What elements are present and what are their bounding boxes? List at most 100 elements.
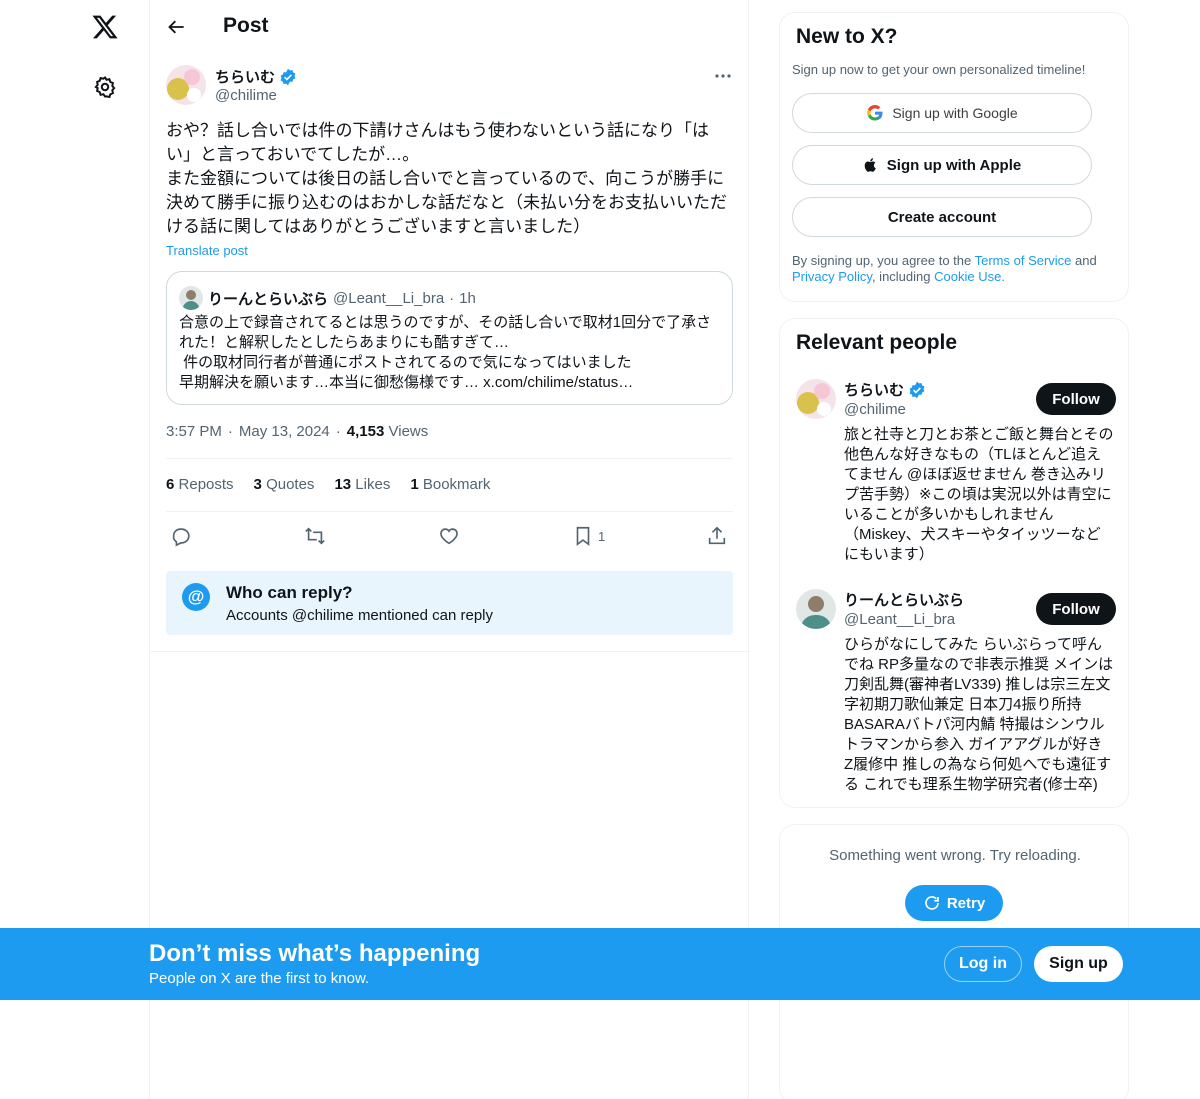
create-account-label: Create account [887,208,997,226]
apple-label: Sign up with Apple [886,156,1022,174]
reposts-label: Reposts [178,476,234,493]
translate-post-link[interactable]: Translate post [166,243,248,258]
bookmark-action[interactable]: 1 [572,522,605,550]
verified-badge-icon [908,381,926,399]
bookmarks-stat[interactable]: 1 Bookmark [410,476,490,493]
post-stats: 6 Reposts 3 Quotes 13 Likes 1 Bookmark [166,476,490,493]
bookmark-icon [576,526,590,546]
divider [166,511,733,512]
views-label: Views [388,423,429,440]
meta-dot: · [335,423,341,440]
avatar[interactable] [166,65,206,105]
page-title: Post [223,14,269,37]
relevant-people-card: Relevant people ちらいむ @chilime Follow 旅と社… [779,318,1129,808]
reposts-count: 6 [166,476,175,493]
person-name[interactable]: りーんとらいぶら [844,589,964,610]
quote-time: 1h [459,289,476,307]
apple-icon [864,158,876,172]
sign-up-button[interactable]: Sign up [1034,946,1123,982]
avatar [179,286,203,310]
quote-author-name: りーんとらいぶら [208,290,329,308]
post-actions: 1 [166,522,733,550]
person-name-text: ちらいむ [844,382,905,399]
error-message: Something went wrong. Try reloading. [829,847,1081,864]
bookmarks-count: 1 [410,476,419,493]
log-in-button[interactable]: Log in [944,946,1022,982]
quote-separator: · [449,289,455,307]
who-can-reply-box: @ Who can reply? Accounts @chilime menti… [166,571,733,635]
quote-header: りーんとらいぶら @Leant__Li_bra · 1h [179,286,476,310]
more-options-icon[interactable] [710,66,736,86]
at-sign-icon: @ [182,583,210,611]
terms-link[interactable]: Terms of Service [975,253,1072,268]
create-account-button[interactable]: Create account [792,197,1092,237]
gear-icon[interactable] [91,73,119,101]
post-text: おや？話し合いでは件の下請けさんはもう使わないという話になり「はい」と言っておい… [166,121,727,236]
who-can-reply-subtitle: Accounts @chilime mentioned can reply [226,607,494,624]
repost-icon[interactable] [303,522,327,550]
avatar[interactable] [796,589,836,629]
likes-stat[interactable]: 13 Likes [334,476,390,493]
person-bio: 旅と社寺と刀とお茶とご飯と舞台とその他色んな好きなもの（TLほとんど追えてません… [844,426,1114,563]
views-count: 4,153 [346,423,385,440]
cookie-period: . [1001,269,1005,284]
post-author: ちらいむ @chilime [166,64,736,108]
post-time[interactable]: 3:57 PM [166,423,222,440]
author-name[interactable]: ちらいむ [215,66,297,87]
cookie-link[interactable]: Cookie Use [934,269,1001,284]
banner-subtitle: People on X are the first to know. [149,970,370,987]
reply-icon[interactable] [170,522,192,550]
quoted-post[interactable]: りーんとらいぶら @Leant__Li_bra · 1h 合意の上で録音されてる… [166,271,733,405]
quotes-label: Quotes [266,476,315,493]
person-name[interactable]: ちらいむ [844,379,926,400]
divider [166,458,733,459]
divider [150,651,750,652]
refresh-icon [925,896,939,910]
follow-button[interactable]: Follow [1036,383,1116,415]
sign-up-apple-button[interactable]: Sign up with Apple [792,145,1092,185]
retry-button[interactable]: Retry [905,885,1003,921]
post-date[interactable]: May 13, 2024 [239,423,330,440]
google-label: Sign up with Google [892,105,1018,121]
meta-dot: · [227,423,233,440]
legal-pre: By signing up, you agree to the [792,253,975,268]
relevant-people-title: Relevant people [796,331,958,354]
bookmarks-label: Bookmark [422,476,491,493]
legal-text: By signing up, you agree to the Terms of… [792,253,1117,285]
likes-label: Likes [355,476,391,493]
bookmark-action-count: 1 [598,528,606,544]
quote-text: 合意の上で録音されてるとは思うのですが、その話し合いで取材1回分で了承された！と… [179,314,712,391]
author-handle[interactable]: @chilime [215,87,277,104]
post-meta: 3:57 PM · May 13, 2024 · 4,153 Views [166,423,428,440]
views: 4,153 Views [347,423,428,440]
sign-up-google-button[interactable]: Sign up with Google [792,93,1092,133]
new-to-x-subtitle: Sign up now to get your own personalized… [792,62,1086,77]
share-icon[interactable] [706,522,728,550]
arrow-left-icon[interactable] [164,14,190,40]
person-handle[interactable]: @chilime [844,401,906,418]
new-to-x-card: New to X? Sign up now to get your own pe… [779,12,1129,302]
google-icon [867,104,883,121]
likes-count: 13 [334,476,352,493]
login-banner: Don’t miss what’s happening People on X … [0,928,1200,1000]
x-logo-icon[interactable] [88,10,122,44]
author-name-text: ちらいむ [215,69,276,86]
legal-including: , including [871,269,935,284]
legal-and: and [1071,253,1097,268]
follow-button[interactable]: Follow [1036,593,1116,625]
verified-badge-icon [279,68,297,86]
who-can-reply-title: Who can reply? [226,583,353,602]
quote-author-handle: @Leant__Li_bra [333,289,445,307]
like-icon[interactable] [438,522,460,550]
retry-label: Retry [946,894,986,912]
privacy-link[interactable]: Privacy Policy [792,269,872,284]
reposts-stat[interactable]: 6 Reposts [166,476,234,493]
banner-title: Don’t miss what’s happening [149,940,481,967]
top-bar: Post [150,0,750,53]
person-handle[interactable]: @Leant__Li_bra [844,611,955,628]
quotes-stat[interactable]: 3 Quotes [254,476,315,493]
quotes-count: 3 [253,476,262,493]
new-to-x-title: New to X? [796,25,898,48]
avatar[interactable] [796,379,836,419]
person-bio: ひらがなにしてみた らいぶらって呼んでね RP多量なので非表示推奨 メインは刀剣… [844,636,1114,793]
